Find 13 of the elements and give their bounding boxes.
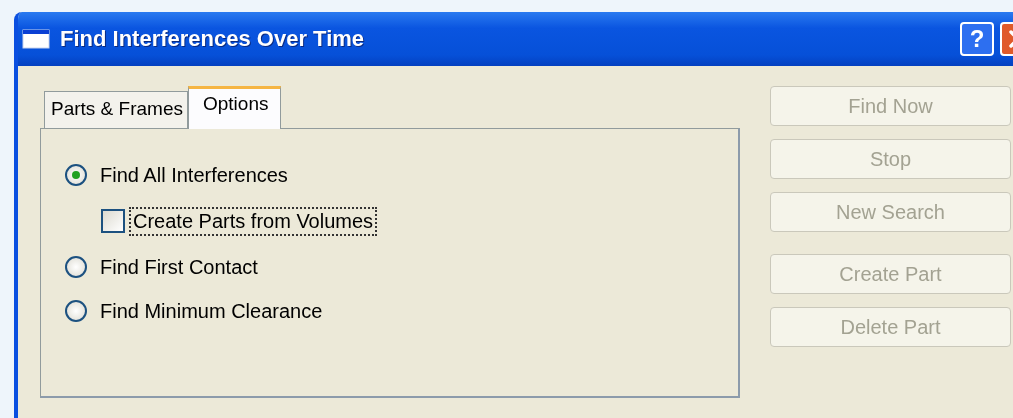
window-icon xyxy=(22,29,50,49)
radio-button[interactable] xyxy=(65,256,87,278)
option-label[interactable]: Find First Contact xyxy=(96,252,262,282)
option-label[interactable]: Create Parts from Volumes xyxy=(129,206,378,236)
radio-button[interactable] xyxy=(65,164,87,186)
radio-button[interactable] xyxy=(65,300,87,322)
checkbox[interactable] xyxy=(101,209,125,233)
window-title: Find Interferences Over Time xyxy=(60,26,365,52)
tab[interactable]: Parts & Frames xyxy=(44,91,188,128)
tab[interactable]: Options xyxy=(188,86,282,129)
help-button[interactable]: ? xyxy=(960,22,994,56)
option-label[interactable]: Find All Interferences xyxy=(96,160,292,190)
option-label[interactable]: Find Minimum Clearance xyxy=(96,296,327,326)
